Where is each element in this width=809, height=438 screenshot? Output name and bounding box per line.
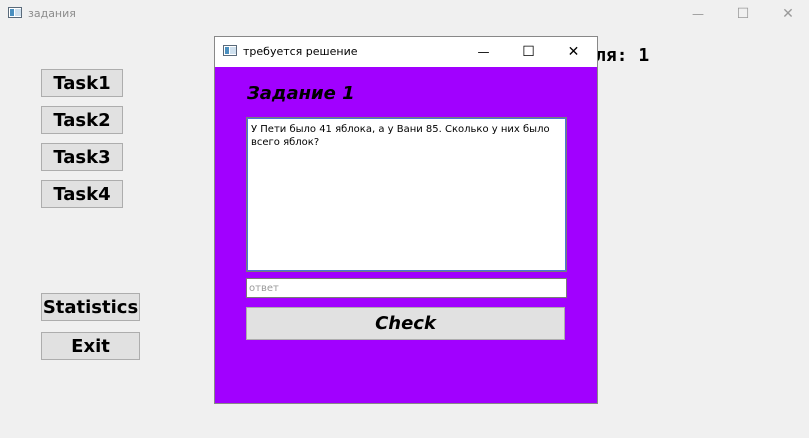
maximize-icon: ☐ <box>522 44 535 60</box>
task3-button[interactable]: Task3 <box>41 143 123 171</box>
minimize-icon: — <box>692 7 704 21</box>
question-text-area[interactable]: У Пети было 41 яблока, а у Вани 85. Скол… <box>246 117 567 272</box>
task1-button[interactable]: Task1 <box>41 69 123 97</box>
task-dialog: требуется решение — ☐ ✕ Задание 1 У Пети… <box>214 36 598 404</box>
close-button[interactable]: ✕ <box>765 0 809 28</box>
minimize-icon: — <box>477 45 490 59</box>
task2-button[interactable]: Task2 <box>41 106 123 134</box>
dialog-title: требуется решение <box>243 45 358 58</box>
task-heading: Задание 1 <box>247 83 355 104</box>
main-window-titlebar: задания — ☐ ✕ <box>0 0 809 28</box>
score-label: ля: <box>595 45 628 66</box>
window-title: задания <box>28 7 76 20</box>
close-icon: ✕ <box>567 44 580 60</box>
dialog-close-button[interactable]: ✕ <box>551 37 596 67</box>
task4-button[interactable]: Task4 <box>41 180 123 208</box>
answer-input[interactable] <box>246 278 567 298</box>
dialog-minimize-button[interactable]: — <box>461 37 506 67</box>
dialog-app-icon <box>223 45 237 56</box>
close-icon: ✕ <box>782 6 794 22</box>
exit-button[interactable]: Exit <box>41 332 140 360</box>
check-button[interactable]: Check <box>246 307 565 340</box>
minimize-button[interactable]: — <box>675 0 721 28</box>
dialog-maximize-button[interactable]: ☐ <box>506 37 551 67</box>
dialog-titlebar: требуется решение — ☐ ✕ <box>215 37 597 67</box>
app-icon <box>8 7 22 18</box>
maximize-icon: ☐ <box>736 6 750 22</box>
maximize-button[interactable]: ☐ <box>720 0 766 28</box>
statistics-button[interactable]: Statistics <box>41 293 140 321</box>
score-value: 1 <box>638 45 650 66</box>
score-display: ля: 1 <box>595 45 649 66</box>
